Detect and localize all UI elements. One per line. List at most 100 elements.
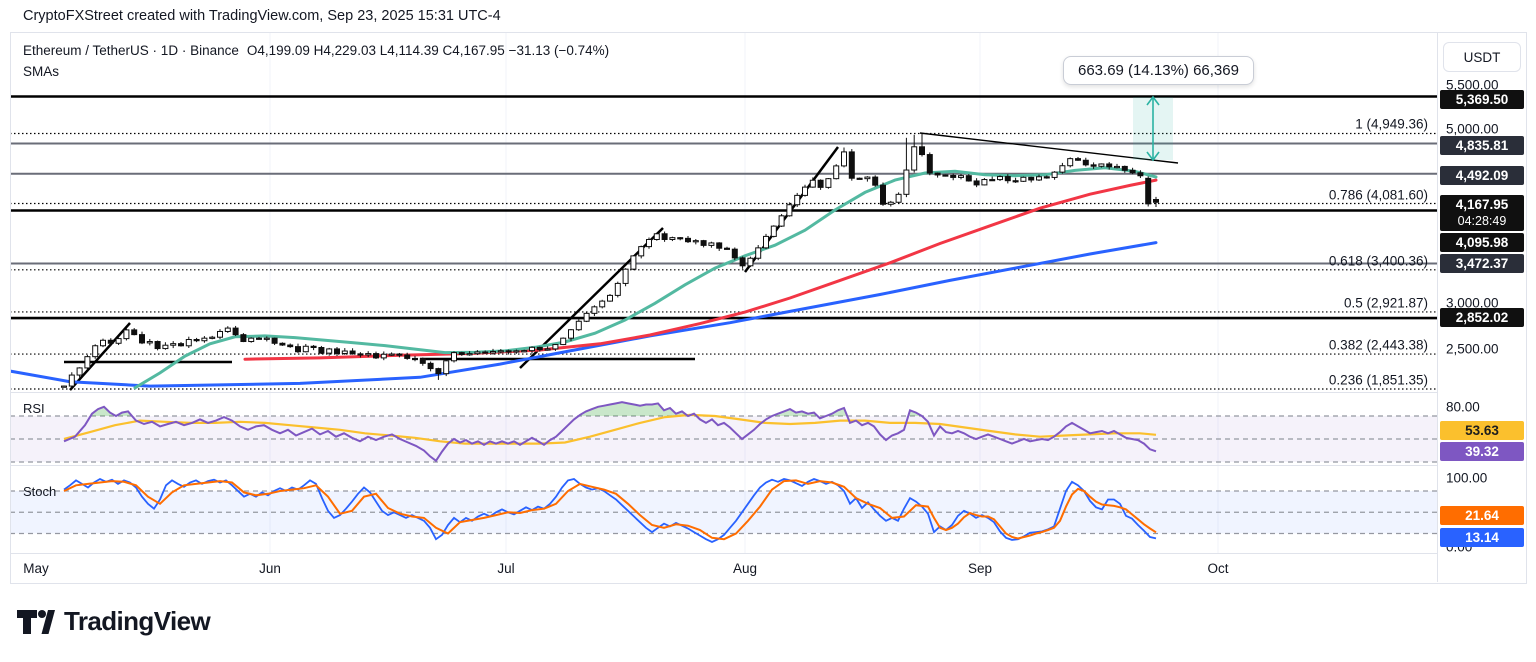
candle-body	[115, 338, 122, 344]
candle-body	[794, 194, 801, 206]
candle-body	[193, 338, 200, 342]
candle-body	[833, 165, 840, 180]
candle-body	[139, 334, 145, 344]
candle-body	[973, 180, 980, 186]
screenshot-root: { "attribution": "CryptoFXStreet created…	[0, 0, 1536, 662]
price-scale-column[interactable]: USDT 5,500.00 5,000.00 3,000.00 2,500.00 5,3…	[1437, 32, 1526, 582]
candle-body	[1004, 176, 1011, 182]
rsi-pane[interactable]: RSI	[10, 392, 1437, 466]
candle-body	[630, 255, 637, 270]
price-level-badge: 5,369.50	[1440, 90, 1524, 109]
symbol-title[interactable]: Ethereum / TetherUS · 1D · Binance	[23, 43, 239, 58]
candle-body	[201, 337, 208, 342]
candle-body	[373, 353, 379, 359]
rsi-pane-label[interactable]: RSI	[23, 401, 45, 416]
attribution-text: CryptoFXStreet created with TradingView.…	[23, 8, 501, 24]
time-axis-label: Sep	[967, 561, 993, 576]
price-level-badge: 4,492.09	[1440, 166, 1524, 185]
candle-body	[856, 177, 863, 180]
price-pane[interactable]: 1 (4,949.36) 0.786 (4,081.60) 0.618 (3,400…	[10, 32, 1437, 392]
candle-body	[76, 367, 83, 376]
candle-body	[146, 341, 153, 344]
candle-body	[1114, 165, 1120, 169]
candle-body	[544, 348, 551, 351]
candle-body	[841, 151, 847, 167]
candle-body	[1153, 199, 1159, 203]
candle-body	[560, 337, 567, 346]
candle-body	[802, 186, 808, 196]
candle-body	[739, 257, 746, 267]
candle-body	[926, 154, 933, 174]
time-axis[interactable]: May Jun Jul Aug Sep Oct	[10, 553, 1437, 583]
candle-body	[622, 268, 629, 284]
candle-body	[591, 306, 598, 314]
candle-body	[895, 193, 902, 203]
candle-body	[529, 346, 535, 352]
candle-body	[965, 175, 972, 182]
candle-body	[474, 351, 481, 355]
time-axis-label: May	[23, 561, 49, 576]
candle-body	[443, 360, 450, 375]
stoch-pane-label[interactable]: Stoch	[23, 484, 56, 499]
indicator-legend-smas[interactable]: SMAs	[23, 64, 609, 79]
candle-body	[84, 356, 91, 369]
candle-body	[302, 345, 309, 353]
candles-layer	[61, 133, 1159, 389]
time-axis-label: Aug	[732, 561, 758, 576]
chart-legend: Ethereum / TetherUS · 1D · Binance O4,199…	[23, 43, 609, 79]
candle-body	[809, 179, 816, 188]
candle-body	[700, 240, 707, 246]
candle-body	[817, 179, 824, 188]
candle-body	[989, 179, 996, 182]
stoch-canvas[interactable]	[10, 466, 1437, 553]
candle-body	[1051, 171, 1058, 178]
candle-body	[1145, 177, 1152, 205]
candle-body	[653, 233, 660, 240]
candle-body	[466, 353, 473, 356]
fib-label: 0.618 (3,400.36)	[1328, 253, 1428, 269]
candle-body	[638, 246, 645, 257]
candle-body	[505, 350, 512, 353]
axis-price-label: 5,000.00	[1446, 121, 1499, 137]
candle-body	[240, 334, 247, 343]
candle-body	[958, 175, 964, 178]
candle-body	[458, 352, 465, 355]
tradingview-logo[interactable]: TradingView	[17, 606, 211, 637]
candle-body	[583, 312, 590, 322]
candle-body	[661, 233, 668, 240]
stoch-pane[interactable]: Stoch	[10, 465, 1437, 554]
candle-body	[950, 174, 957, 178]
candle-body	[1020, 176, 1027, 182]
candle-body	[365, 353, 372, 356]
candle-body	[685, 237, 691, 243]
candle-body	[786, 204, 793, 217]
candle-body	[185, 338, 192, 347]
candle-body	[1059, 165, 1066, 173]
candle-body	[575, 320, 582, 331]
candle-body	[942, 174, 949, 177]
candle-body	[880, 184, 886, 205]
tradingview-icon	[17, 609, 55, 634]
axis-price-label: 2,500.00	[1446, 341, 1499, 357]
fib-label: 1 (4,949.36)	[1355, 116, 1428, 132]
candle-body	[747, 257, 754, 267]
candle-body	[451, 352, 457, 362]
trend-line	[69, 322, 131, 391]
candle-body	[887, 201, 894, 205]
stoch-value-badge: 13.14	[1440, 528, 1524, 547]
candle-body	[131, 329, 138, 336]
fib-label: 0.5 (2,921.87)	[1343, 295, 1428, 311]
candle-body	[349, 350, 356, 355]
candle-body	[614, 282, 621, 296]
candle-body	[1129, 169, 1136, 174]
candle-body	[427, 362, 434, 370]
price-level-badge: 4,167.95 04:28:49	[1440, 195, 1524, 231]
candle-body	[731, 248, 738, 259]
candle-body	[903, 169, 910, 195]
currency-toggle-button[interactable]: USDT	[1443, 42, 1521, 72]
rsi-canvas[interactable]	[10, 393, 1437, 465]
candle-body	[419, 358, 426, 364]
candle-body	[669, 237, 676, 240]
price-level-badge: 3,472.37	[1440, 254, 1524, 273]
price-chart-canvas[interactable]	[10, 32, 1437, 392]
